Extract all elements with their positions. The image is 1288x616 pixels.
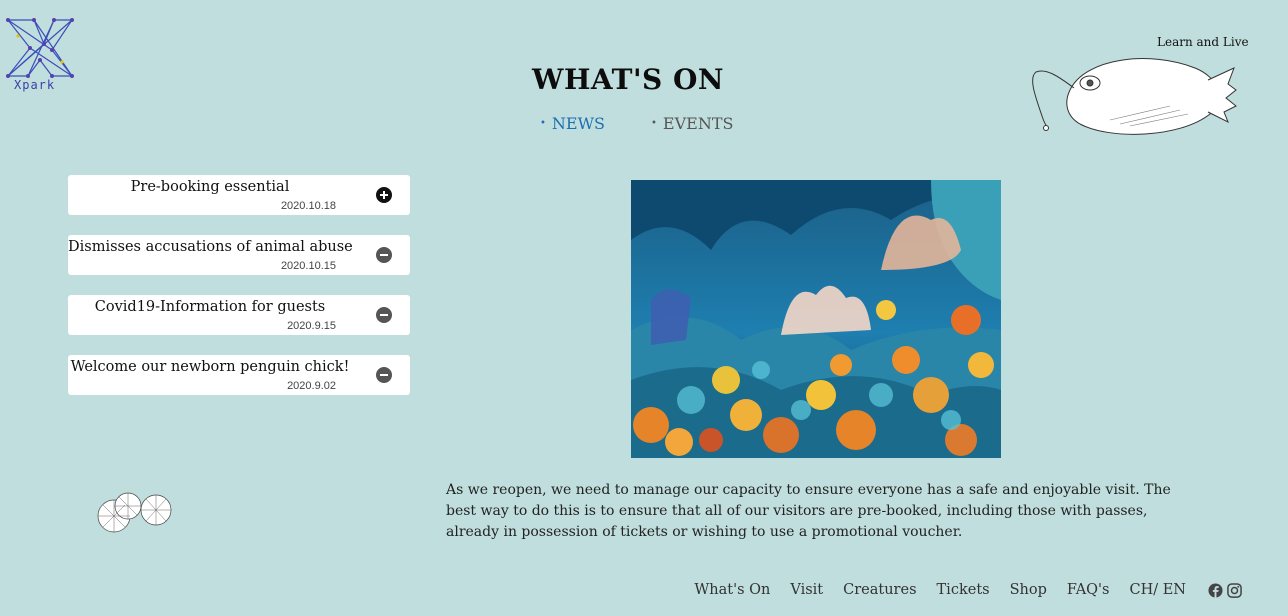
section-tabs: • NEWS • EVENTS: [540, 114, 733, 133]
page-title: WHAT'S ON: [532, 63, 724, 96]
news-title: Dismisses accusations of animal abuse: [68, 239, 353, 255]
news-item[interactable]: Dismisses accusations of animal abuse 20…: [68, 235, 410, 275]
footer-link-whats-on[interactable]: What's On: [694, 582, 770, 598]
news-title: Covid19-Information for guests: [94, 299, 326, 315]
coral-reef-image: [631, 180, 1001, 458]
tab-news[interactable]: • NEWS: [540, 114, 605, 133]
collapse-minus-icon[interactable]: [376, 247, 392, 263]
tagline: Learn and Live: [1157, 35, 1249, 49]
tab-events-label: EVENTS: [662, 114, 734, 133]
expand-plus-icon[interactable]: [376, 187, 392, 203]
collapse-minus-icon[interactable]: [376, 367, 392, 383]
news-item[interactable]: Welcome our newborn penguin chick! 2020.…: [68, 355, 410, 395]
facebook-icon[interactable]: [1208, 582, 1223, 598]
social-links: [1208, 582, 1242, 598]
news-list: Pre-booking essential 2020.10.18 Dismiss…: [68, 175, 410, 415]
footer-link-faqs[interactable]: FAQ's: [1067, 582, 1110, 598]
footer-link-shop[interactable]: Shop: [1010, 582, 1047, 598]
footer-link-visit[interactable]: Visit: [790, 582, 823, 598]
news-title: Welcome our newborn penguin chick!: [70, 359, 350, 375]
tab-news-label: NEWS: [551, 114, 605, 133]
bullet-icon: •: [651, 118, 657, 129]
collapse-minus-icon[interactable]: [376, 307, 392, 323]
sea-urchin-illustration: [97, 492, 172, 533]
news-title: Pre-booking essential: [130, 179, 290, 195]
footer-link-creatures[interactable]: Creatures: [843, 582, 916, 598]
news-item[interactable]: Pre-booking essential 2020.10.18: [68, 175, 410, 215]
news-date: 2020.9.02: [287, 380, 336, 392]
news-date: 2020.9.15: [287, 320, 336, 332]
bullet-icon: •: [540, 118, 546, 129]
footer-link-tickets[interactable]: Tickets: [937, 582, 990, 598]
language-switch[interactable]: CH/ EN: [1129, 582, 1186, 598]
footer-nav: What's On Visit Creatures Tickets Shop F…: [694, 582, 1242, 598]
article-body: As we reopen, we need to manage our capa…: [446, 482, 1171, 540]
news-date: 2020.10.15: [280, 260, 336, 272]
news-date: 2020.10.18: [280, 200, 336, 212]
instagram-icon[interactable]: [1227, 582, 1242, 598]
tab-events[interactable]: • EVENTS: [651, 114, 733, 133]
news-item[interactable]: Covid19-Information for guests 2020.9.15: [68, 295, 410, 335]
